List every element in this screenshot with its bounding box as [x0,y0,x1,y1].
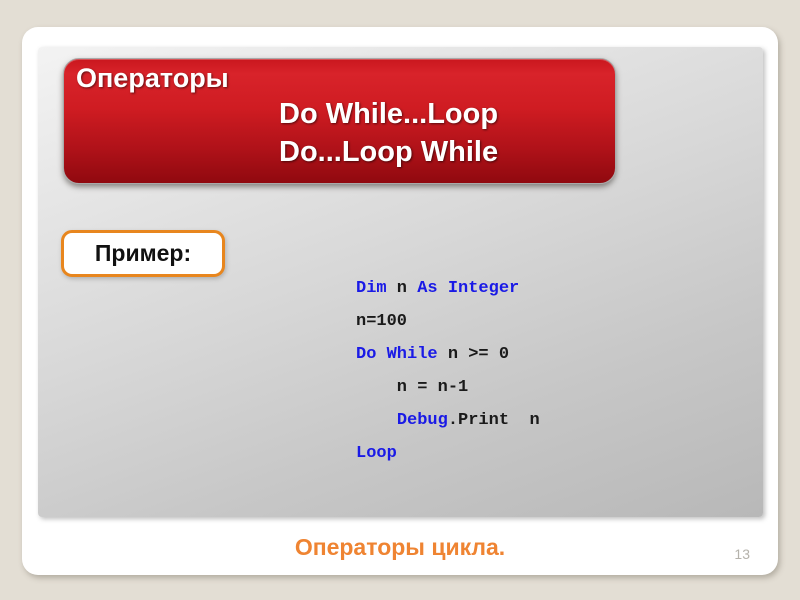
page-number: 13 [734,546,750,562]
code-keyword: Loop [356,444,397,463]
slide-header-box: Операторы Do While...Loop Do...Loop Whil… [63,58,616,184]
code-line: n = n-1 [356,371,540,404]
code-line: Dim n As Integer [356,272,540,305]
slide-footer-caption: Операторы цикла. [294,534,506,560]
code-keyword: Dim [356,279,387,298]
code-text: n = n-1 [356,378,469,397]
example-badge-label: Пример: [94,240,192,266]
example-badge: Пример: [61,230,225,277]
slide-header-subtitle-line-1: Do While...Loop [279,98,499,130]
code-text: n=100 [356,312,408,331]
code-line: Debug.Print n [356,404,540,437]
slide: Операторы Do While...Loop Do...Loop Whil… [22,27,778,575]
code-line: Loop [356,437,540,470]
code-line: Do While n >= 0 [356,338,540,371]
code-text: n >= 0 [437,345,510,364]
code-text: .Print n [447,411,540,430]
slide-content-panel: Операторы Do While...Loop Do...Loop Whil… [38,47,763,517]
code-keyword: Debug [396,411,448,430]
code-keyword: Do While [356,345,438,364]
code-text: n [386,279,418,298]
slide-header-subtitle-line-2: Do...Loop While [279,136,499,168]
code-block: Dim n As Integer n=100 Do While n >= 0 n =… [356,272,540,470]
slide-header-title: Операторы [76,63,229,93]
code-line: n=100 [356,305,540,338]
code-keyword: As Integer [417,279,520,298]
